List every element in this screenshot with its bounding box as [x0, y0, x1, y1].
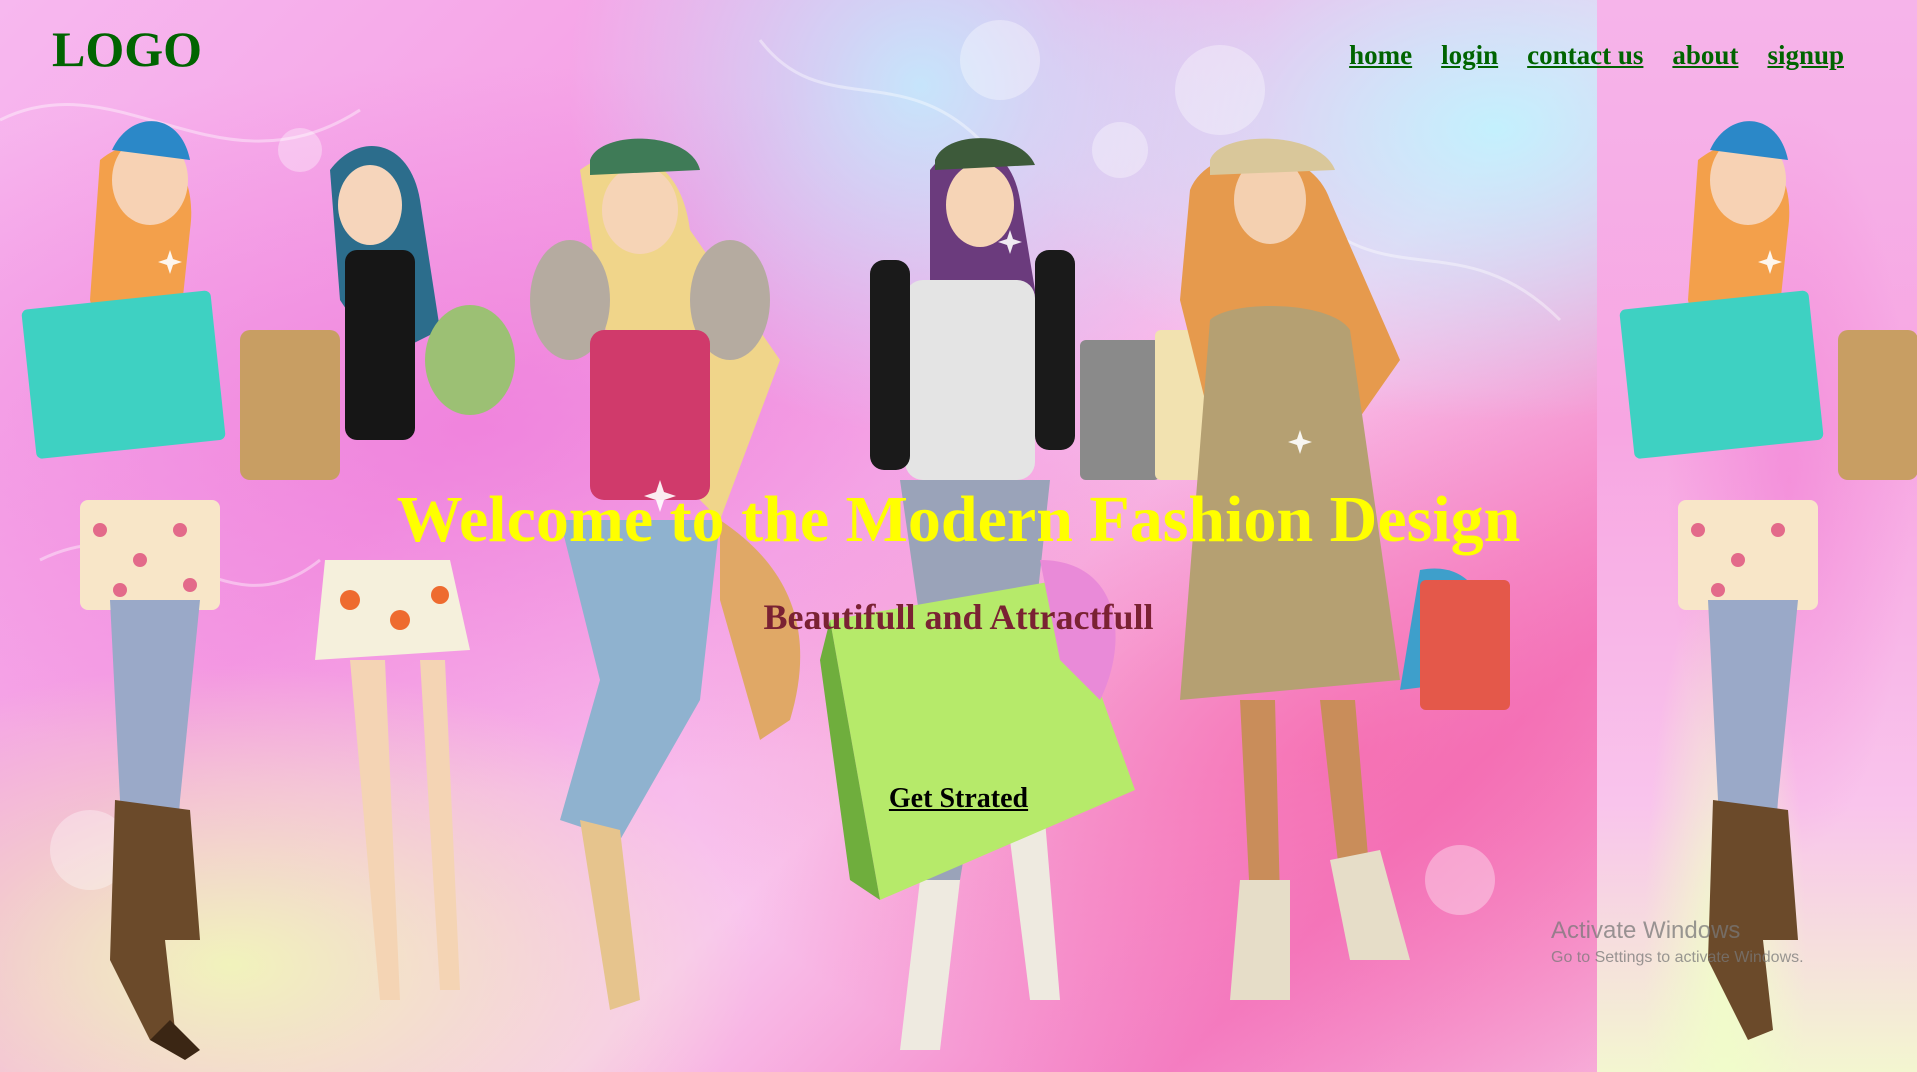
nav-signup[interactable]: signup: [1767, 40, 1844, 71]
logo[interactable]: LOGO: [52, 20, 202, 78]
hero-headline: Welcome to the Modern Fashion Design: [396, 483, 1521, 556]
figure-3: [530, 138, 801, 1010]
figure-2: [315, 146, 515, 1000]
get-started-link[interactable]: Get Strated: [889, 783, 1028, 814]
hero-subheadline: Beautifull and Attractfull: [763, 597, 1154, 637]
nav-login[interactable]: login: [1441, 40, 1498, 71]
nav-contact-us[interactable]: contact us: [1527, 40, 1643, 71]
watermark-title: Activate Windows: [1551, 917, 1741, 944]
activate-windows-watermark: Activate Windows Go to Settings to activ…: [1551, 917, 1804, 967]
watermark-subtitle: Go to Settings to activate Windows.: [1551, 949, 1804, 966]
main-nav: home login contact us about signup: [1349, 40, 1844, 71]
nav-about[interactable]: about: [1672, 40, 1738, 71]
nav-home[interactable]: home: [1349, 40, 1412, 71]
cta-container: Get Strated: [0, 783, 1917, 815]
